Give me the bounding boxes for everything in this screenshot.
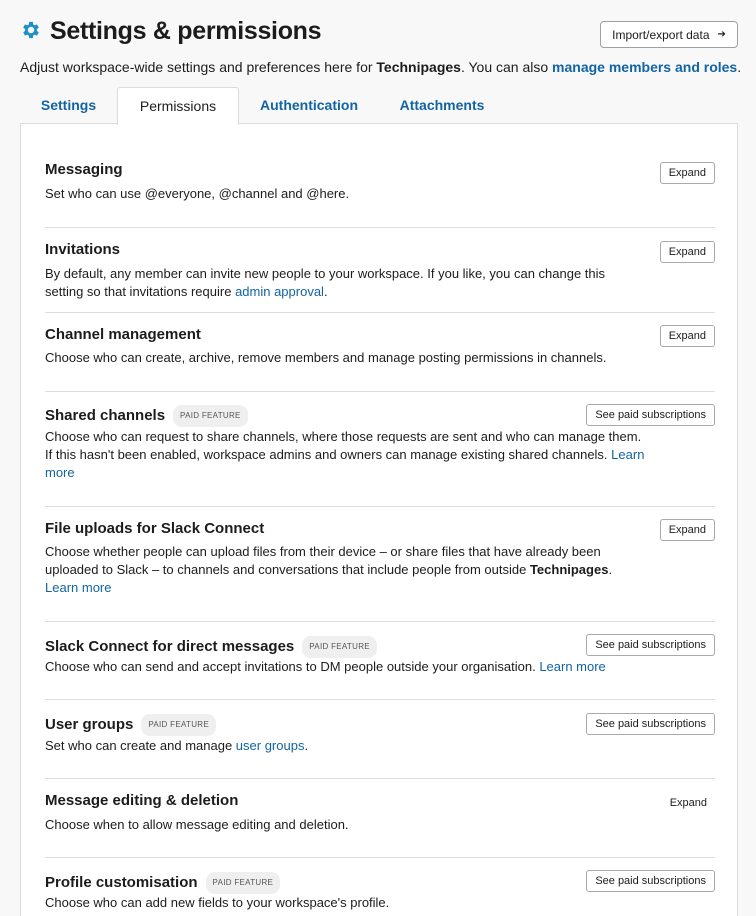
see-paid-subscriptions-button[interactable]: See paid subscriptions [586, 870, 715, 892]
tab-bar: Settings Permissions Authentication Atta… [20, 87, 738, 125]
section-title-text: Slack Connect for direct messages [45, 638, 295, 655]
section-title: Slack Connect for direct messages PAID FE… [45, 636, 377, 658]
section-description: Choose who can request to share channels… [45, 428, 645, 482]
description-suffix: . [323, 284, 328, 299]
section-title: Messaging [45, 161, 123, 178]
section-title-text: User groups [45, 716, 134, 733]
section-invitations: Invitations Expand By default, any membe… [45, 227, 715, 312]
subtitle-text-middle: . You can also [460, 59, 553, 75]
description-text: Choose who can send and accept invitatio… [45, 659, 540, 674]
section-description: Set who can create and manage user group… [45, 737, 645, 755]
tab-authentication[interactable]: Authentication [246, 87, 372, 124]
section-title: Shared channels PAID FEATURE [45, 405, 248, 427]
permissions-panel: Messaging Expand Set who can use @everyo… [20, 123, 738, 916]
section-title-text: Profile customisation [45, 874, 198, 891]
import-export-label: Import/export data [612, 27, 710, 42]
section-profile-customisation: Profile customisation PAID FEATURE See pa… [45, 857, 715, 916]
workspace-name: Technipages [529, 562, 609, 577]
paid-feature-badge: PAID FEATURE [141, 714, 217, 736]
section-title: Message editing & deletion [45, 792, 239, 809]
section-title: Channel management [45, 326, 201, 343]
subtitle-text: Adjust workspace-wide settings and prefe… [20, 59, 377, 75]
tab-attachments[interactable]: Attachments [384, 87, 500, 124]
arrow-right-icon: ➔ [717, 29, 726, 40]
section-description: Choose when to allow message editing and… [45, 817, 349, 832]
paid-feature-badge: PAID FEATURE [205, 872, 281, 894]
gear-icon [23, 21, 39, 39]
section-description: Choose who can send and accept invitatio… [45, 658, 685, 676]
learn-more-link[interactable]: Learn more [45, 580, 111, 595]
page-title: Settings & permissions [50, 17, 322, 45]
section-message-editing-deletion: Message editing & deletion Expand Choose… [45, 778, 715, 857]
paid-feature-badge: PAID FEATURE [302, 636, 377, 658]
section-user-groups: User groups PAID FEATURE See paid subscri… [45, 699, 715, 778]
section-title: File uploads for Slack Connect [45, 520, 265, 537]
section-description: By default, any member can invite new pe… [45, 265, 645, 301]
description-text: Choose whether people can upload files f… [45, 544, 601, 577]
see-paid-subscriptions-button[interactable]: See paid subscriptions [586, 634, 715, 656]
expand-button[interactable]: Expand [659, 519, 715, 541]
expand-button[interactable]: Expand [659, 162, 715, 184]
see-paid-subscriptions-button[interactable]: See paid subscriptions [586, 404, 715, 426]
section-title: Profile customisation PAID FEATURE [45, 872, 281, 894]
section-file-uploads-slack-connect: File uploads for Slack Connect Expand Ch… [45, 506, 715, 621]
user-groups-link[interactable]: user groups [236, 738, 305, 753]
section-title-text: Shared channels [45, 407, 166, 424]
manage-members-link[interactable]: manage members and roles [552, 59, 737, 75]
description-text: Choose who can request to share channels… [45, 429, 642, 462]
see-paid-subscriptions-button[interactable]: See paid subscriptions [586, 713, 715, 735]
tab-permissions[interactable]: Permissions [117, 87, 239, 125]
tab-settings[interactable]: Settings [20, 87, 117, 124]
admin-approval-link[interactable]: admin approval [235, 284, 324, 299]
workspace-name: Technipages [376, 59, 461, 75]
learn-more-link[interactable]: Learn more [539, 659, 605, 674]
description-text-middle: . [608, 562, 613, 577]
import-export-button[interactable]: Import/export data ➔ [600, 21, 738, 48]
paid-feature-badge: PAID FEATURE [173, 405, 248, 427]
section-shared-channels: Shared channels PAID FEATURE See paid sub… [45, 391, 715, 506]
section-description: Choose who can add new fields to your wo… [45, 895, 390, 910]
section-slack-connect-dms: Slack Connect for direct messages PAID FE… [45, 621, 715, 699]
description-suffix: . [304, 738, 309, 753]
expand-button[interactable]: Expand [662, 792, 715, 814]
section-description: Set who can use @everyone, @channel and … [45, 186, 350, 201]
subtitle-suffix: . [737, 59, 742, 75]
section-channel-management: Channel management Expand Choose who can… [45, 312, 715, 391]
expand-button[interactable]: Expand [659, 325, 715, 347]
section-messaging: Messaging Expand Set who can use @everyo… [45, 161, 715, 227]
section-title: User groups PAID FEATURE [45, 714, 217, 736]
page-subtitle: Adjust workspace-wide settings and prefe… [20, 58, 741, 76]
section-title: Invitations [45, 241, 121, 258]
description-text: Set who can create and manage [45, 738, 236, 753]
section-description: Choose whether people can upload files f… [45, 543, 645, 597]
expand-button[interactable]: Expand [659, 241, 715, 263]
page-header: Settings & permissions Import/export dat… [20, 16, 738, 50]
section-description: Choose who can create, archive, remove m… [45, 350, 607, 365]
